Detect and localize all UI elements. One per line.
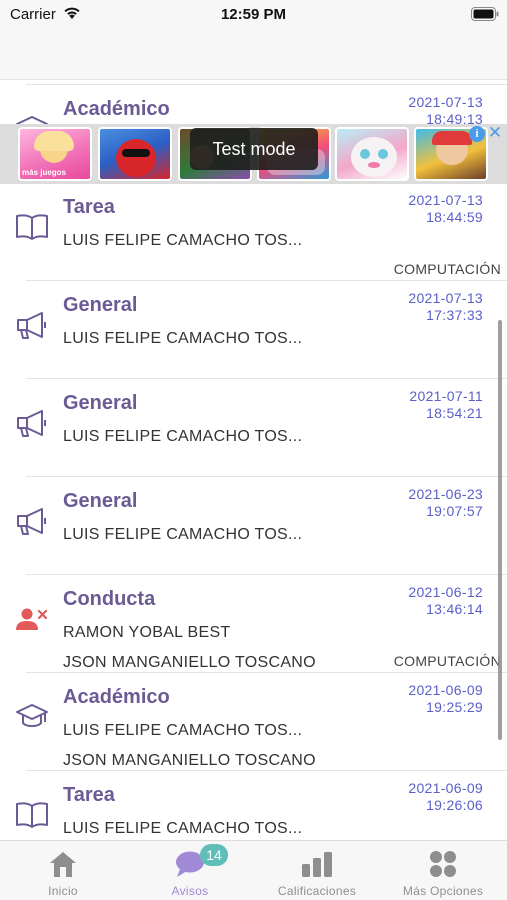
announcement-time: 17:37:33 xyxy=(426,307,483,323)
ad-banner[interactable]: más juegos Test mode i ✕ xyxy=(0,124,507,184)
announcement-row[interactable]: Conducta RAMON YOBAL BEST JSON MANGANIEL… xyxy=(0,574,507,672)
tab-label: Inicio xyxy=(48,884,78,898)
announcement-sender: LUIS FELIPE CAMACHO TOS... xyxy=(63,820,303,837)
tab-bar: Inicio 14 Avisos Calificaciones Más Opci… xyxy=(0,840,507,900)
announcement-date: 2021-06-23 xyxy=(408,486,483,502)
announcement-date: 2021-07-13 xyxy=(408,290,483,306)
row-divider xyxy=(26,378,507,379)
announcement-category: General xyxy=(63,490,138,512)
announcement-category: Tarea xyxy=(63,196,115,218)
ad-close-icon[interactable]: ✕ xyxy=(487,124,503,142)
tab-calificaciones[interactable]: Calificaciones xyxy=(254,841,380,900)
announcement-time: 19:25:29 xyxy=(426,699,483,715)
announcement-datetime: 2021-07-13 18:44:59 xyxy=(408,192,483,226)
announcement-date: 2021-07-13 xyxy=(408,94,483,110)
tab-label: Calificaciones xyxy=(277,884,357,898)
announcement-time: 18:44:59 xyxy=(426,209,483,225)
announcement-datetime: 2021-07-11 18:54:21 xyxy=(409,388,483,422)
announcement-datetime: 2021-07-13 17:37:33 xyxy=(408,290,483,324)
scroll-indicator[interactable] xyxy=(498,320,502,740)
navigation-bar xyxy=(0,30,507,80)
announcement-datetime: 2021-06-23 19:07:57 xyxy=(408,486,483,520)
tab-label: Avisos xyxy=(171,884,209,898)
ad-game-thumbnail[interactable] xyxy=(335,127,409,181)
ad-tile-caption: más juegos xyxy=(22,168,67,177)
announcement-time: 18:54:21 xyxy=(426,405,483,421)
row-divider xyxy=(26,574,507,575)
announcement-date: 2021-06-12 xyxy=(408,584,483,600)
bar-chart-icon xyxy=(254,850,380,878)
ad-thumbnail-art xyxy=(34,131,74,151)
announcement-row[interactable]: General LUIS FELIPE CAMACHO TOS... 2021-… xyxy=(0,378,507,476)
announcements-list[interactable]: Académico 2021-07-13 18:49:13 Tarea LUIS… xyxy=(0,80,507,840)
ad-thumbnail-art xyxy=(116,139,156,177)
announcement-sender: LUIS FELIPE CAMACHO TOS... xyxy=(63,722,303,739)
home-icon xyxy=(0,850,126,878)
status-bar: Carrier 12:59 PM xyxy=(0,0,507,30)
announcement-student: JSON MANGANIELLO TOSCANO xyxy=(63,654,316,671)
ad-info-icon[interactable]: i xyxy=(469,126,485,142)
announcement-sender: LUIS FELIPE CAMACHO TOS... xyxy=(63,330,303,347)
announcement-datetime: 2021-06-09 19:26:06 xyxy=(408,780,483,814)
announcement-row[interactable]: Tarea LUIS FELIPE CAMACHO TOS... 2021-06… xyxy=(0,770,507,840)
announcement-row[interactable]: General LUIS FELIPE CAMACHO TOS... 2021-… xyxy=(0,280,507,378)
row-divider xyxy=(26,280,507,281)
unread-count-badge: 14 xyxy=(200,844,228,866)
announcement-sender: RAMON YOBAL BEST xyxy=(63,624,231,641)
announcement-date: 2021-07-13 xyxy=(408,192,483,208)
tab-label: Más Opciones xyxy=(402,884,484,898)
announcement-row[interactable]: General LUIS FELIPE CAMACHO TOS... 2021-… xyxy=(0,476,507,574)
row-divider xyxy=(26,476,507,477)
row-divider xyxy=(26,672,507,673)
user-remove-icon xyxy=(14,602,50,636)
announcement-category: General xyxy=(63,392,138,414)
graduation-cap-icon xyxy=(14,700,50,734)
announcement-date: 2021-06-09 xyxy=(408,682,483,698)
ad-thumbnail-art xyxy=(351,137,397,177)
announcement-category: Académico xyxy=(63,686,170,708)
announcement-sender: LUIS FELIPE CAMACHO TOS... xyxy=(63,232,303,249)
announcement-datetime: 2021-07-13 18:49:13 xyxy=(408,94,483,128)
book-icon xyxy=(14,210,50,244)
ad-game-thumbnail[interactable] xyxy=(98,127,172,181)
announcement-time: 19:07:57 xyxy=(426,503,483,519)
announcement-subject: COMPUTACIÓN xyxy=(393,261,501,277)
announcement-category: Tarea xyxy=(63,784,115,806)
announcement-row[interactable]: Tarea LUIS FELIPE CAMACHO TOS... 2021-07… xyxy=(0,182,507,280)
megaphone-icon xyxy=(14,406,50,440)
clock-time: 12:59 PM xyxy=(220,6,287,23)
ad-thumbnail-art xyxy=(432,131,472,145)
announcement-row[interactable]: Académico LUIS FELIPE CAMACHO TOS... JSO… xyxy=(0,672,507,770)
tab-mas-opciones[interactable]: Más Opciones xyxy=(380,841,506,900)
ad-thumbnail-art xyxy=(368,162,380,168)
test-mode-toast: Test mode xyxy=(190,128,318,170)
announcement-sender: LUIS FELIPE CAMACHO TOS... xyxy=(63,428,303,445)
announcement-time: 13:46:14 xyxy=(426,601,483,617)
ad-thumbnail-art xyxy=(122,149,150,157)
chat-bubble-icon xyxy=(127,850,253,878)
announcement-category: Conducta xyxy=(63,588,156,610)
announcement-datetime: 2021-06-12 13:46:14 xyxy=(408,584,483,618)
announcement-category: Académico xyxy=(63,98,170,120)
ad-thumbnail-art xyxy=(360,149,370,159)
megaphone-icon xyxy=(14,308,50,342)
battery-icon xyxy=(471,7,499,26)
book-icon xyxy=(14,798,50,832)
announcement-date: 2021-07-11 xyxy=(409,388,483,404)
grid-dots-icon xyxy=(380,850,506,878)
ad-game-thumbnail[interactable]: más juegos xyxy=(18,127,92,181)
announcement-datetime: 2021-06-09 19:25:29 xyxy=(408,682,483,716)
tab-inicio[interactable]: Inicio xyxy=(0,841,126,900)
ad-thumbnail-art xyxy=(378,149,388,159)
announcement-category: General xyxy=(63,294,138,316)
megaphone-icon xyxy=(14,504,50,538)
announcement-student: JSON MANGANIELLO TOSCANO xyxy=(63,752,316,769)
announcement-date: 2021-06-09 xyxy=(408,780,483,796)
row-divider xyxy=(26,84,507,85)
announcement-subject: COMPUTACIÓN xyxy=(393,653,501,669)
tab-avisos[interactable]: 14 Avisos xyxy=(127,841,253,900)
row-divider xyxy=(26,770,507,771)
announcement-time: 19:26:06 xyxy=(426,797,483,813)
announcement-sender: LUIS FELIPE CAMACHO TOS... xyxy=(63,526,303,543)
